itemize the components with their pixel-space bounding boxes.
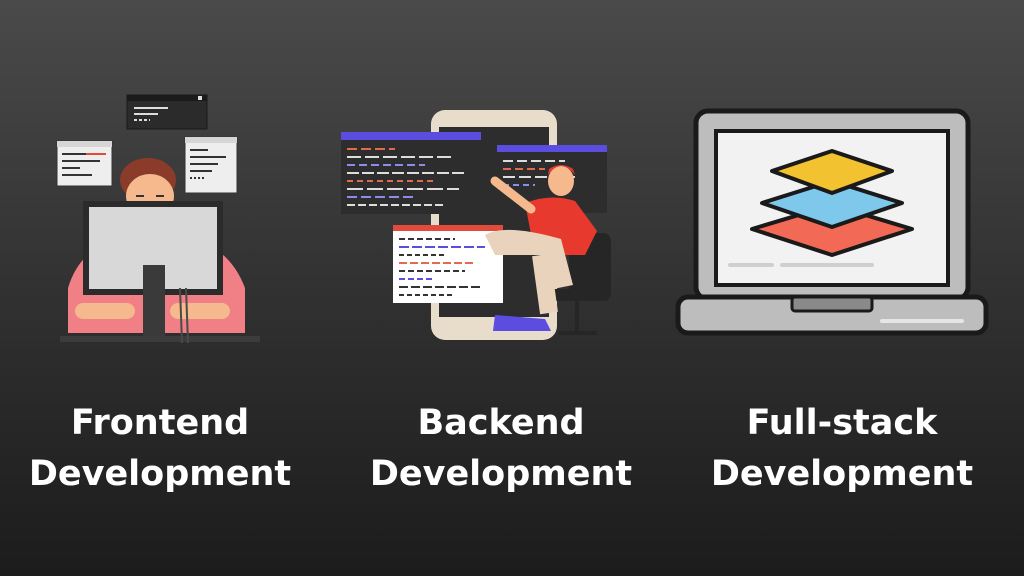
backend-developer-illustration — [335, 105, 645, 345]
caption-line-2: Development — [710, 454, 974, 494]
caption-line-1: Frontend — [70, 403, 250, 443]
caption-line-2: Development — [28, 454, 292, 494]
caption-line-2: Development — [369, 454, 633, 494]
fullstack-caption: Full-stack Development — [682, 398, 1002, 500]
code-editor-window-icon — [341, 132, 481, 214]
frontend-caption: Frontend Development — [0, 398, 320, 500]
caption-line-1: Full-stack — [746, 403, 938, 443]
caption-line-1: Backend — [417, 403, 585, 443]
code-snippet-right-icon — [184, 136, 238, 194]
frontend-developer-illustration — [40, 88, 270, 348]
fullstack-layers-laptop-illustration — [672, 105, 992, 340]
backend-caption: Backend Development — [341, 398, 661, 500]
code-snippet-left-icon — [56, 140, 113, 187]
code-window-icon — [126, 94, 208, 130]
